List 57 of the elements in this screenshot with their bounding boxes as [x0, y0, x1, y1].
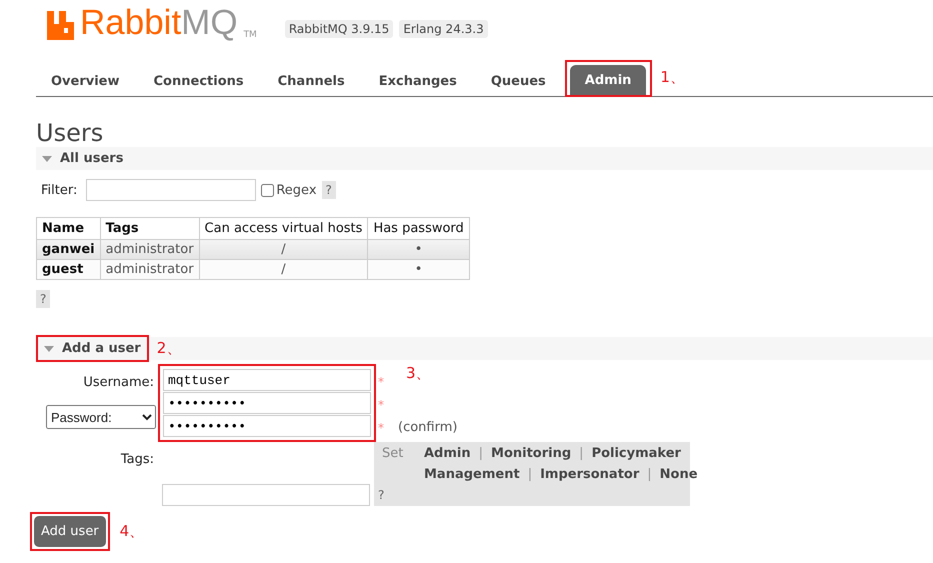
password-field[interactable]: •••••••••• — [163, 392, 371, 414]
column-header: Tags — [100, 218, 200, 240]
help-button[interactable]: ? — [36, 290, 50, 308]
triangle-icon — [44, 346, 54, 352]
tag-link[interactable]: Policymaker — [592, 446, 681, 461]
annotation-label: 4、 — [120, 522, 144, 541]
table-cell[interactable]: guest — [36, 260, 100, 280]
table-cell: • — [368, 260, 470, 280]
logo-text: Rabbit — [80, 5, 182, 40]
set-label: Set — [382, 446, 404, 461]
column-header: Can access virtual hosts — [199, 218, 368, 240]
logo-text: MQ — [181, 5, 238, 40]
annotation-label: 3、 — [406, 364, 431, 383]
nav-tab[interactable]: Exchanges — [364, 66, 472, 96]
password-confirm-field[interactable]: •••••••••• — [163, 415, 371, 437]
help-button[interactable]: ? — [322, 181, 336, 199]
version-badge: RabbitMQ 3.9.15 — [284, 20, 394, 38]
separator-mark: | — [647, 467, 652, 482]
required-mark: * — [378, 374, 384, 388]
nav-tab[interactable]: Connections — [138, 66, 259, 96]
add-user-button[interactable]: Add user — [34, 516, 106, 547]
password-select[interactable]: Password: — [46, 405, 156, 429]
table-cell: administrator — [100, 260, 200, 280]
nav-tab[interactable]: Overview — [36, 66, 135, 96]
tags-field[interactable] — [162, 484, 370, 506]
filter-label: Filter: — [41, 182, 78, 198]
help-mark: ? — [378, 488, 386, 502]
nav-tab[interactable]: Admin — [570, 65, 646, 95]
nav-tab[interactable]: Channels — [262, 66, 360, 96]
username-label: Username: — [83, 375, 154, 390]
tag-link[interactable]: None — [660, 467, 698, 482]
tag-link[interactable]: Admin — [424, 446, 471, 461]
tag-link[interactable]: Management — [424, 467, 520, 482]
separator-mark: | — [528, 467, 532, 482]
version-badge: Erlang 24.3.3 — [399, 20, 488, 38]
regex-label: Regex — [276, 182, 317, 198]
filter-field[interactable] — [86, 179, 256, 201]
column-header: Name — [36, 218, 100, 240]
column-header: Has password — [368, 218, 470, 240]
logo-icon — [47, 11, 74, 40]
annotation-label: 1、 — [660, 68, 685, 86]
separator-mark: | — [478, 446, 484, 461]
confirm-note: (confirm) — [398, 420, 458, 435]
trademark-mark: TM — [244, 30, 257, 40]
page-title: Users — [36, 119, 104, 147]
table-cell: / — [199, 260, 368, 280]
separator-mark: | — [579, 446, 584, 461]
tag-link[interactable]: Impersonator — [540, 467, 640, 482]
annotation-label: 2、 — [156, 339, 182, 358]
required-mark: * — [378, 420, 384, 434]
tag-link[interactable]: Monitoring — [491, 446, 572, 461]
nav-tab[interactable]: Queues — [476, 66, 561, 96]
tags-label: Tags: — [120, 452, 154, 467]
username-field[interactable]: mqttuser — [163, 369, 371, 391]
required-mark: * — [378, 398, 384, 412]
triangle-icon — [42, 156, 52, 162]
regex-checkbox[interactable] — [261, 184, 274, 196]
